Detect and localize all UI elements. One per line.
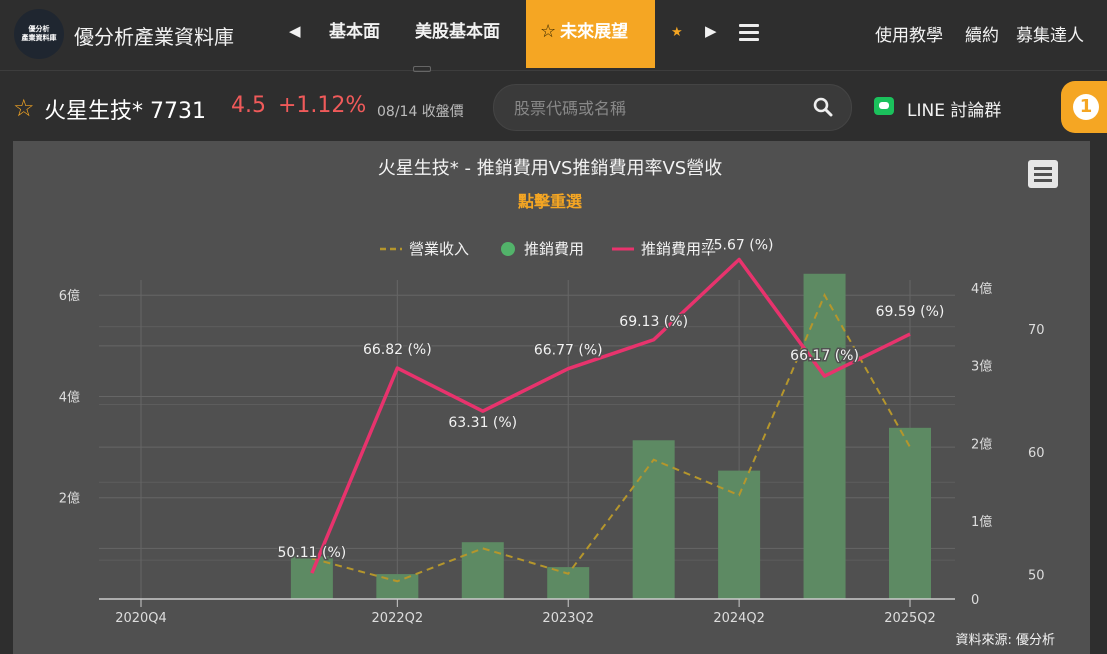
stock-change: +1.12% <box>278 93 367 118</box>
site-title[interactable]: 優分析產業資料庫 <box>74 21 234 50</box>
search-icon[interactable] <box>813 97 833 117</box>
tab-future-outlook[interactable]: ☆ 未來展望 <box>526 0 655 68</box>
hamburger-menu-icon[interactable] <box>739 24 759 42</box>
stock-search-input[interactable] <box>512 96 796 120</box>
link-recruit[interactable]: 募集達人 <box>1016 21 1084 46</box>
logo-line-2: 產業資料庫 <box>21 34 57 42</box>
tab-us-fundamentals[interactable]: 美股基本面 <box>415 0 500 68</box>
line-app-icon[interactable] <box>874 97 894 115</box>
tab-fundamentals[interactable]: 基本面 <box>329 0 380 68</box>
stock-search-box <box>493 84 852 131</box>
star-outline-icon: ☆ <box>540 21 557 42</box>
top-navigation-bar: 優分析 產業資料庫 優分析產業資料庫 ◀ 基本面 美股基本面 ☆ 未來展望 ★ ▶… <box>0 0 1107 72</box>
tab-future-outlook-label: 未來展望 <box>560 22 629 42</box>
nav-prev-arrow-icon[interactable]: ◀ <box>289 22 301 40</box>
stock-name: 火星生技* 7731 <box>44 99 206 124</box>
logo-line-1: 優分析 <box>28 25 50 33</box>
partial-star-icon: ★ <box>671 25 683 40</box>
favorite-star-icon[interactable]: ☆ <box>13 94 35 122</box>
nav-next-arrow-icon[interactable]: ▶ <box>705 22 717 40</box>
site-logo[interactable]: 優分析 產業資料庫 <box>14 9 64 59</box>
link-tutorial[interactable]: 使用教學 <box>875 21 943 46</box>
drag-handle[interactable] <box>413 66 431 72</box>
chart-menu-icon[interactable] <box>1028 160 1058 188</box>
notification-count: 1 <box>1073 94 1099 120</box>
stock-price: 4.5 <box>231 93 266 118</box>
link-renew[interactable]: 續約 <box>965 21 999 46</box>
chart-panel <box>13 141 1090 654</box>
price-date: 08/14 收盤價 <box>377 104 464 120</box>
notification-badge[interactable]: 1 <box>1061 81 1107 133</box>
line-group-link[interactable]: LINE 討論群 <box>907 96 1001 121</box>
